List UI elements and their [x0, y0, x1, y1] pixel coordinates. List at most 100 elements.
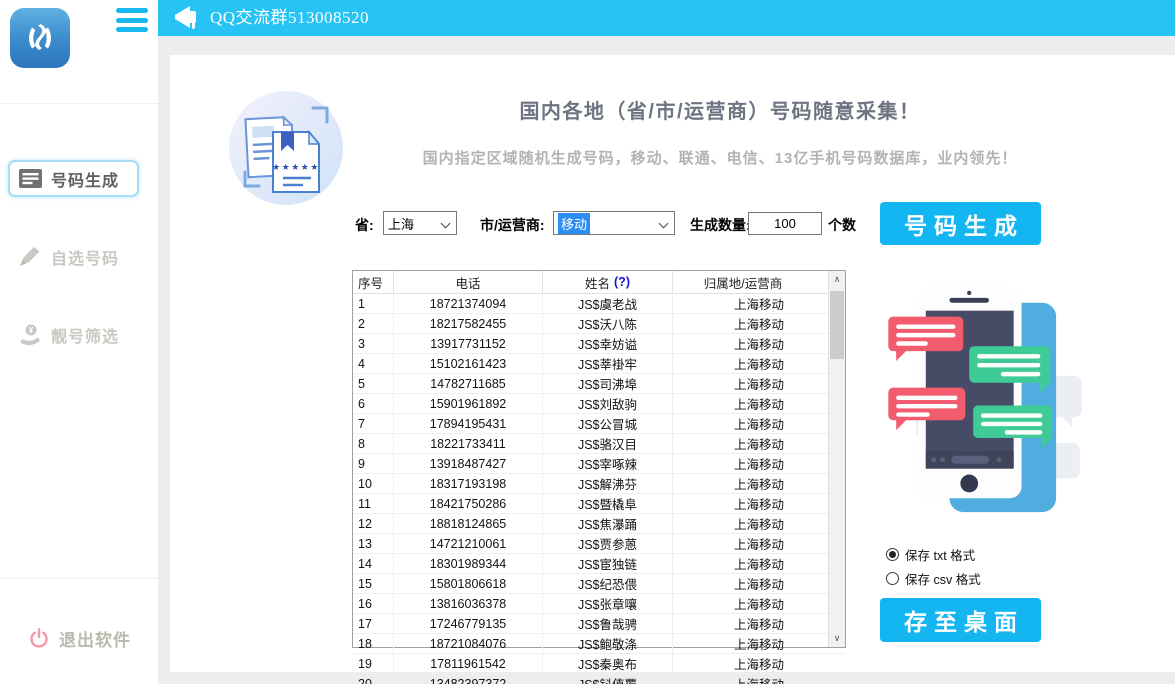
radio-save-txt[interactable]: 保存 txt 格式: [886, 546, 975, 563]
table-cell: 上海移动: [673, 534, 845, 553]
city-carrier-value: 移动: [558, 213, 590, 234]
table-row[interactable]: 1218818124865JS$焦瀑踊上海移动: [353, 514, 845, 534]
table-cell: 10: [353, 474, 394, 493]
table-cell: 15102161423: [394, 354, 543, 373]
table-body: 118721374094JS$虞老战上海移动218217582455JS$沃八陈…: [353, 294, 845, 684]
table-cell: 14782711685: [394, 374, 543, 393]
table-cell: 17894195431: [394, 414, 543, 433]
radio-label: 保存 csv 格式: [905, 569, 981, 588]
table-cell: 11: [353, 494, 394, 513]
scroll-thumb[interactable]: [830, 291, 844, 359]
table-cell: 上海移动: [673, 414, 845, 433]
scroll-down-button[interactable]: ∨: [829, 630, 845, 647]
table-cell: 9: [353, 454, 394, 473]
sidebar-item-number-generate[interactable]: 号码生成: [8, 160, 139, 197]
table-row[interactable]: 1917811961542JS$秦奥布上海移动: [353, 654, 845, 674]
table-cell: 13918487427: [394, 454, 543, 473]
table-cell: JS$暨橇阜: [543, 494, 673, 513]
table-cell: 17811961542: [394, 654, 543, 673]
table-row[interactable]: 2013482397372JS$钭值覆上海移动: [353, 674, 845, 684]
city-carrier-select[interactable]: 移动: [553, 211, 675, 235]
name-hint[interactable]: (?): [614, 275, 630, 289]
table-cell: 上海移动: [673, 634, 845, 653]
column-header-region[interactable]: 归属地/运营商: [673, 271, 813, 293]
save-to-desktop-button[interactable]: 存至桌面: [880, 598, 1041, 642]
sidebar-item-custom-number[interactable]: 自选号码: [18, 239, 119, 275]
table-cell: JS$宦独链: [543, 554, 673, 573]
table-header: 序号 电话 姓名 (?) 归属地/运营商: [353, 271, 845, 294]
radio-button[interactable]: [886, 572, 899, 585]
table-row[interactable]: 313917731152JS$幸妨谥上海移动: [353, 334, 845, 354]
city-carrier-label: 市/运营商:: [480, 215, 545, 235]
main-card: ★★★★★ 国内各地（省/市/运营商）号码随意采集！ 国内指定区域随机生成号码，…: [170, 55, 1175, 672]
table-cell: 上海移动: [673, 294, 845, 313]
table-row[interactable]: 1018317193198JS$解沸芬上海移动: [353, 474, 845, 494]
sidebar-divider: [0, 578, 158, 579]
controls-row: 省: 上海 市/运营商: 移动 生成数量: 个数: [355, 211, 875, 237]
topbar: QQ交流群513008520: [158, 0, 1175, 36]
table-row[interactable]: 615901961892JS$刘敌驹上海移动: [353, 394, 845, 414]
radio-button[interactable]: [886, 548, 899, 561]
column-header-name[interactable]: 姓名 (?): [543, 271, 673, 293]
table-cell: 17: [353, 614, 394, 633]
table-cell: 14: [353, 554, 394, 573]
table-cell: 5: [353, 374, 394, 393]
table-cell: JS$钭值覆: [543, 674, 673, 684]
column-header-index[interactable]: 序号: [353, 271, 394, 293]
table-cell: 2: [353, 314, 394, 333]
table-cell: JS$宰啄辣: [543, 454, 673, 473]
table-cell: 上海移动: [673, 474, 845, 493]
table-cell: JS$虞老战: [543, 294, 673, 313]
table-cell: 18: [353, 634, 394, 653]
hamburger-menu-icon[interactable]: [116, 8, 148, 37]
table-scrollbar[interactable]: ∧ ∨: [828, 271, 845, 647]
count-input[interactable]: [748, 212, 822, 235]
table-cell: 18221733411: [394, 434, 543, 453]
table-cell: 上海移动: [673, 434, 845, 453]
province-select[interactable]: 上海: [383, 211, 457, 235]
table-cell: 18217582455: [394, 314, 543, 333]
table-cell: 4: [353, 354, 394, 373]
table-cell: 18818124865: [394, 514, 543, 533]
chevron-down-icon: [659, 219, 669, 229]
chevron-down-icon: [441, 219, 451, 229]
table-row[interactable]: 1818721084076JS$鲍敬涤上海移动: [353, 634, 845, 654]
sidebar-item-label: 号码生成: [51, 167, 119, 191]
table-cell: 19: [353, 654, 394, 673]
table-row[interactable]: 913918487427JS$宰啄辣上海移动: [353, 454, 845, 474]
table-cell: 3: [353, 334, 394, 353]
table-cell: 上海移动: [673, 614, 845, 633]
table-row[interactable]: 1515801806618JS$纪恐偎上海移动: [353, 574, 845, 594]
table-cell: 上海移动: [673, 494, 845, 513]
table-cell: 上海移动: [673, 454, 845, 473]
table-cell: JS$解沸芬: [543, 474, 673, 493]
table-row[interactable]: 118721374094JS$虞老战上海移动: [353, 294, 845, 314]
column-header-phone[interactable]: 电话: [394, 271, 543, 293]
table-cell: JS$贾参蒽: [543, 534, 673, 553]
sidebar-divider: [0, 103, 158, 104]
exit-button-label: 退出软件: [59, 626, 131, 651]
table-row[interactable]: 818221733411JS$骆汉目上海移动: [353, 434, 845, 454]
table-row[interactable]: 1717246779135JS$鲁哉骋上海移动: [353, 614, 845, 634]
table-row[interactable]: 1418301989344JS$宦独链上海移动: [353, 554, 845, 574]
table-row[interactable]: 1314721210061JS$贾参蒽上海移动: [353, 534, 845, 554]
exit-button[interactable]: 退出软件: [28, 620, 131, 656]
sidebar-item-label: 靓号筛选: [51, 323, 119, 347]
generate-button[interactable]: 号码生成: [880, 202, 1041, 245]
table-row[interactable]: 1118421750286JS$暨橇阜上海移动: [353, 494, 845, 514]
table-cell: 上海移动: [673, 674, 845, 684]
power-icon: [28, 627, 50, 649]
table-row[interactable]: 1613816036378JS$张章嚷上海移动: [353, 594, 845, 614]
table-row[interactable]: 717894195431JS$公冒城上海移动: [353, 414, 845, 434]
phone-illustration: [885, 285, 1090, 517]
scroll-up-button[interactable]: ∧: [829, 271, 845, 288]
table-cell: 17246779135: [394, 614, 543, 633]
sidebar-item-nice-number-filter[interactable]: ¥ 靓号筛选: [18, 317, 119, 353]
table-cell: 上海移动: [673, 514, 845, 533]
table-row[interactable]: 514782711685JS$司沸埠上海移动: [353, 374, 845, 394]
documents-illustration: ★★★★★: [225, 88, 347, 208]
table-row[interactable]: 415102161423JS$莘褂牢上海移动: [353, 354, 845, 374]
radio-save-csv[interactable]: 保存 csv 格式: [886, 570, 981, 587]
table-row[interactable]: 218217582455JS$沃八陈上海移动: [353, 314, 845, 334]
table-cell: 上海移动: [673, 394, 845, 413]
